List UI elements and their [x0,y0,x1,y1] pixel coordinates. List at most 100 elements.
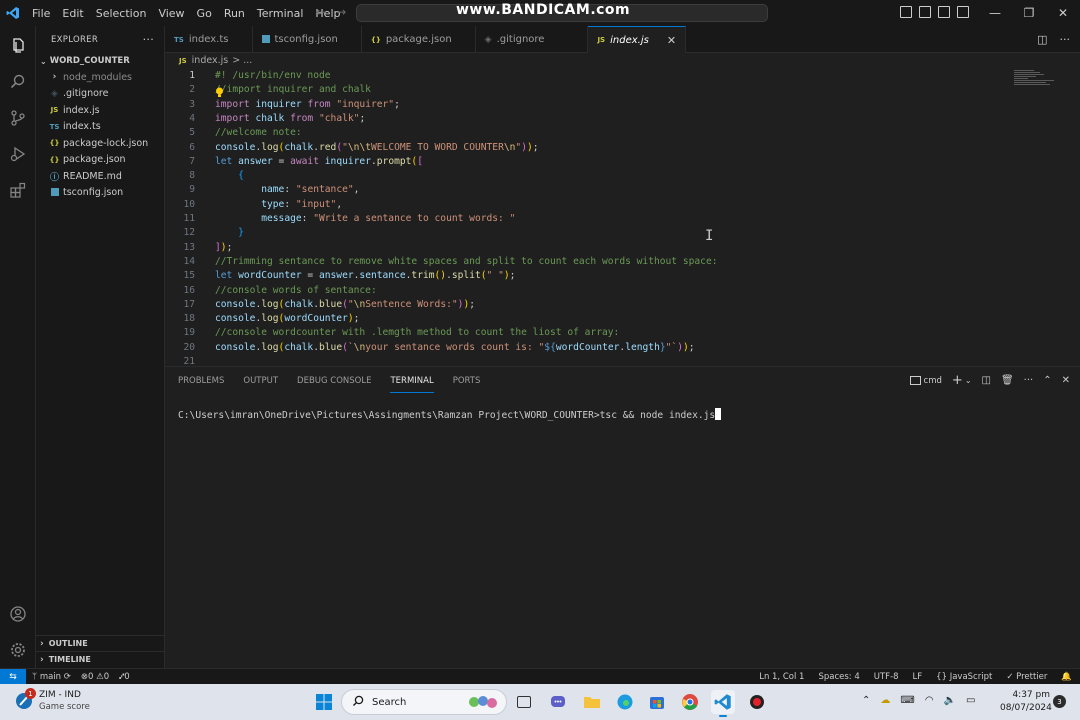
close-panel-icon[interactable]: ✕ [1062,375,1070,386]
folder-word-counter[interactable]: ⌄ WORD_COUNTER [36,53,164,69]
sports-widget[interactable]: 1 ZIM - IND Game score [14,688,90,713]
encoding[interactable]: UTF-8 [874,672,899,682]
explorer-icon[interactable] [0,28,36,64]
ports-counter[interactable]: ⑇0 [119,672,130,682]
menu-edit[interactable]: Edit [56,7,89,20]
tab-package-json[interactable]: {} package.json [362,26,476,53]
menu-go[interactable]: Go [191,7,218,20]
tab-label: tsconfig.json [274,34,338,45]
git-branch[interactable]: ᛘ main ⟳ [32,672,71,682]
js-file-icon: JS [50,106,59,115]
tree-item-node-modules[interactable]: › node_modules [36,69,164,86]
file-explorer-icon[interactable] [580,690,604,714]
chevron-down-icon[interactable]: ⌄ [965,376,972,385]
terminal-shell-selector[interactable]: cmd [909,376,942,386]
task-view-icon[interactable] [512,690,536,714]
restore-icon[interactable]: ❐ [1012,0,1046,26]
toggle-panel-icon[interactable] [919,6,931,18]
breadcrumb-file[interactable]: index.js [192,55,229,66]
more-actions-icon[interactable]: ··· [1024,375,1034,386]
menu-terminal[interactable]: Terminal [251,7,310,20]
new-terminal-icon[interactable]: + [952,373,963,388]
tree-item-package-lock[interactable]: {} package-lock.json [36,135,164,152]
settings-gear-icon[interactable] [0,632,36,668]
back-arrow-icon[interactable]: ← [316,5,336,19]
toggle-sidebar-icon[interactable] [900,6,912,18]
source-control-icon[interactable] [0,100,36,136]
keyboard-icon[interactable]: ⌨ [900,695,914,706]
timeline-section[interactable]: › TIMELINE [36,651,165,667]
breadcrumb-rest[interactable]: > ... [232,55,252,66]
menu-run[interactable]: Run [218,7,251,20]
chat-app-icon[interactable] [546,690,570,714]
tree-item-tsconfig[interactable]: tsconfig.json [36,185,164,202]
tab-ports[interactable]: PORTS [453,370,481,392]
end-of-line[interactable]: LF [913,672,923,682]
menu-selection[interactable]: Selection [90,7,153,20]
chevron-up-icon[interactable]: ⌃ [862,695,870,706]
split-terminal-icon[interactable]: ◫ [982,375,991,386]
toggle-secondary-sidebar-icon[interactable] [938,6,950,18]
tree-item-index-js[interactable]: JS index.js [36,102,164,119]
edge-browser-icon[interactable] [613,690,637,714]
customize-layout-icon[interactable] [957,6,969,18]
battery-icon[interactable]: ▭ [966,695,975,706]
notifications-bell-icon[interactable]: 🔔 [1061,672,1072,682]
problems-counter[interactable]: ⊗0 ⚠0 [81,672,109,682]
taskbar-search[interactable]: Search [341,689,507,715]
tree-item-package-json[interactable]: {} package.json [36,152,164,169]
trash-icon[interactable]: 🗑 [1001,375,1014,386]
account-icon[interactable] [0,596,36,632]
tab-terminal[interactable]: TERMINAL [390,370,434,393]
tree-item-readme[interactable]: ⓘ README.md [36,168,164,185]
tab-problems[interactable]: PROBLEMS [178,370,224,392]
search-icon[interactable] [0,64,36,100]
start-button-icon[interactable] [312,690,336,714]
tab-output[interactable]: OUTPUT [243,370,278,392]
tab-debug-console[interactable]: DEBUG CONSOLE [297,370,371,392]
indentation[interactable]: Spaces: 4 [818,672,859,682]
tab-tsconfig[interactable]: tsconfig.json [253,26,362,53]
code-line: { [238,170,244,182]
windows-taskbar: 1 ZIM - IND Game score Search ⌃ ☁ ⌨ ◠ 🔈 … [0,684,1080,720]
close-window-icon[interactable]: ✕ [1046,0,1080,26]
run-debug-icon[interactable] [0,136,36,172]
language-mode[interactable]: {} JavaScript [936,672,992,682]
wifi-icon[interactable]: ◠ [925,695,934,706]
menu-file[interactable]: File [26,7,56,20]
store-app-icon[interactable] [645,690,669,714]
remote-indicator-icon[interactable]: ⇆ [0,668,26,685]
maximize-panel-icon[interactable]: ⌃ [1043,375,1051,386]
lightbulb-icon[interactable] [215,83,224,97]
minimize-icon[interactable]: — [978,0,1012,26]
menu-view[interactable]: View [152,7,190,20]
notification-badge[interactable]: 3 [1053,695,1066,708]
prettier-status[interactable]: ✓ Prettier [1006,672,1047,682]
chrome-browser-icon[interactable] [678,690,702,714]
minimap[interactable] [1014,70,1058,90]
system-clock[interactable]: 4:37 pm 08/07/2024 [1000,689,1052,715]
volume-icon[interactable]: 🔈 [944,695,956,706]
tab-index-ts[interactable]: TS index.ts [165,26,253,53]
more-actions-icon[interactable]: ··· [143,33,154,46]
bandicam-recording-icon[interactable] [745,690,769,714]
tsconfig-icon [48,187,61,198]
tree-item-gitignore[interactable]: ◈ .gitignore [36,86,164,103]
split-editor-icon[interactable]: ◫ [1037,33,1047,46]
code-editor[interactable]: 1 2 3 4 5 6 7 8 9 10 11 12 13 14 15 16 17 18 19 20 21 #! /us… [165,68,1080,366]
terminal-output[interactable]: C:\Users\imran\OneDrive\Pictures\Assingm… [178,408,722,421]
forward-arrow-icon[interactable]: → [336,5,356,19]
tree-item-index-ts[interactable]: TS index.ts [36,119,164,136]
tab-index-js[interactable]: JS index.js ✕ [588,26,687,53]
tree-item-label: tsconfig.json [63,187,124,199]
tab-gitignore[interactable]: ◈ .gitignore [476,26,589,53]
close-tab-icon[interactable]: ✕ [667,34,676,47]
cursor-position[interactable]: Ln 1, Col 1 [759,672,804,682]
extensions-icon[interactable] [0,172,36,208]
tray-app-icon[interactable]: ☁ [880,695,890,706]
line-number: 15 [183,270,195,282]
more-actions-icon[interactable]: ··· [1060,33,1071,46]
vscode-taskbar-icon[interactable] [711,690,735,717]
git-icon: ◈ [51,88,58,99]
outline-section[interactable]: › OUTLINE [36,635,165,651]
